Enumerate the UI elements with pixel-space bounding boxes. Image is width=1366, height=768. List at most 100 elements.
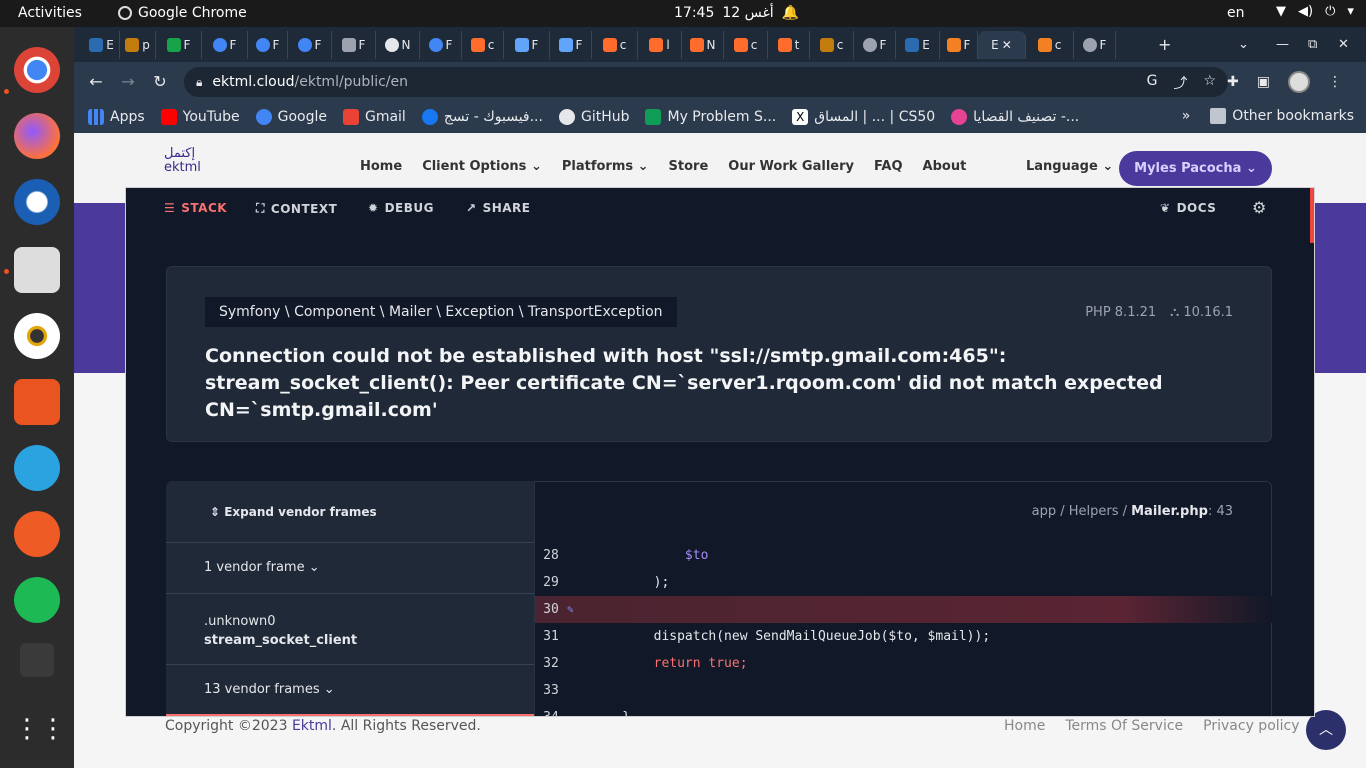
tab[interactable]: F — [156, 30, 202, 59]
pencil-icon[interactable]: ✎ — [567, 603, 574, 616]
bookmark-star-icon[interactable]: ☆ — [1203, 73, 1216, 93]
tab-search-icon[interactable]: ⌄ — [1238, 27, 1249, 62]
app-menu[interactable]: Google Chrome — [118, 5, 247, 21]
nav-home[interactable]: Home — [360, 159, 402, 174]
tab[interactable]: p — [120, 30, 156, 59]
nav-store[interactable]: Store — [669, 159, 709, 174]
nav-gallery[interactable]: Our Work Gallery — [728, 159, 854, 174]
stack-frame[interactable]: .unknown0 stream_socket_client — [166, 593, 534, 665]
address-bar[interactable]: 🔒︎ ektml.cloud/ektml/public/en G ⤴ ☆ — [184, 67, 1228, 97]
tab-active[interactable]: E ✕ — [978, 30, 1026, 59]
bookmark-cs50[interactable]: X المساق | ... | CS50 — [792, 109, 935, 125]
other-bookmarks[interactable]: Other bookmarks — [1210, 108, 1354, 124]
tab[interactable]: F — [550, 30, 592, 59]
nav-about[interactable]: About — [923, 159, 967, 174]
footer-terms-link[interactable]: Terms Of Service — [1065, 718, 1183, 734]
tab[interactable]: c — [810, 30, 854, 59]
software-center-icon[interactable] — [14, 379, 60, 425]
tab[interactable]: F — [504, 30, 550, 59]
nav-platforms[interactable]: Platforms ⌄ — [562, 159, 649, 174]
tab[interactable]: F — [202, 30, 248, 59]
rhythmbox-icon[interactable] — [14, 313, 60, 359]
reload-icon[interactable]: ↻ — [144, 72, 176, 91]
share-icon[interactable]: ⤴ — [1173, 73, 1187, 93]
tab[interactable]: F — [1074, 30, 1116, 59]
tab[interactable]: N — [682, 30, 724, 59]
files-icon[interactable] — [14, 247, 60, 293]
tab-stack[interactable]: ☰ STACK — [164, 201, 227, 215]
show-apps-icon[interactable]: ⋮⋮ — [14, 709, 66, 755]
clock[interactable]: 17:45 12 أغس 🔔 — [674, 5, 799, 21]
tab[interactable]: l — [638, 30, 682, 59]
gmail-icon — [342, 109, 359, 125]
code-line: 34 } — [535, 704, 1273, 716]
language-dropdown[interactable]: Language ⌄ — [1026, 159, 1113, 174]
minimize-icon[interactable]: — — [1276, 27, 1289, 62]
chrome-icon[interactable] — [14, 47, 60, 93]
tab[interactable]: c — [724, 30, 768, 59]
tab[interactable]: c — [592, 30, 638, 59]
activities-button[interactable]: Activities — [18, 5, 82, 21]
tab[interactable]: F — [288, 30, 332, 59]
close-icon[interactable]: ✕ — [1002, 38, 1012, 52]
tab[interactable]: N — [376, 30, 420, 59]
tab-context[interactable]: ⛶ CONTEXT — [256, 201, 337, 216]
nav-client-options[interactable]: Client Options ⌄ — [422, 159, 542, 174]
spotify-icon[interactable] — [14, 577, 60, 623]
footer-privacy-link[interactable]: Privacy policy — [1203, 718, 1299, 734]
more-bookmarks-icon[interactable]: » — [1182, 108, 1191, 124]
scrollbar[interactable] — [1310, 188, 1314, 243]
terminal-icon[interactable] — [20, 643, 54, 677]
bookmark-my-problem[interactable]: My Problem S... — [645, 109, 776, 125]
expand-icon: ⛶ — [256, 201, 265, 215]
tab[interactable]: c — [1026, 30, 1074, 59]
bookmark-facebook[interactable]: فيسبوك - تسج... — [421, 109, 543, 125]
stackoverflow-icon — [1037, 37, 1052, 52]
tab[interactable]: E — [896, 30, 940, 59]
nav-faq[interactable]: FAQ — [874, 159, 903, 174]
footer-home-link[interactable]: Home — [1004, 718, 1045, 734]
bookmark-apps[interactable]: Apps — [88, 109, 145, 125]
google-lens-icon[interactable]: G — [1147, 73, 1158, 93]
menu-icon[interactable]: ⋮ — [1328, 74, 1342, 90]
maximize-icon[interactable]: ⧉ — [1308, 27, 1317, 62]
side-panel-icon[interactable]: ▣ — [1257, 74, 1270, 90]
tab[interactable]: F — [248, 30, 288, 59]
site-logo[interactable]: إكتمل ektml — [164, 147, 201, 175]
back-icon[interactable]: ← — [80, 72, 112, 91]
vendor-frame-group[interactable]: 13 vendor frames ⌄ — [166, 664, 534, 716]
bookmark-github[interactable]: GitHub — [558, 109, 629, 125]
bookmark-google[interactable]: Google — [255, 109, 327, 125]
tab[interactable]: F — [332, 30, 376, 59]
telegram-icon[interactable] — [14, 445, 60, 491]
close-window-icon[interactable]: ✕ — [1338, 27, 1349, 62]
input-language[interactable]: en — [1227, 5, 1245, 21]
postman-icon[interactable] — [14, 511, 60, 557]
bookmark-gmail[interactable]: Gmail — [342, 109, 406, 125]
tab-share[interactable]: ↗ SHARE — [466, 201, 530, 215]
user-menu-button[interactable]: Myles Pacocha ⌄ — [1119, 151, 1272, 186]
new-tab-button[interactable]: + — [1158, 27, 1171, 62]
tab[interactable]: F — [940, 30, 978, 59]
bookmark-issues[interactable]: تصنيف القضايا -... — [951, 109, 1079, 125]
bookmark-youtube[interactable]: YouTube — [160, 109, 240, 125]
tab-debug[interactable]: ✹ DEBUG — [368, 201, 434, 215]
expand-vendor-frames-button[interactable]: ⇕ Expand vendor frames — [210, 505, 377, 519]
forward-icon[interactable]: → — [112, 72, 144, 91]
tab[interactable]: F — [420, 30, 462, 59]
profile-avatar[interactable] — [1288, 71, 1310, 93]
tab[interactable]: c — [462, 30, 504, 59]
tab[interactable]: t — [768, 30, 810, 59]
gear-icon[interactable]: ⚙ — [1252, 198, 1267, 217]
tab[interactable]: E — [84, 30, 120, 59]
docs-link[interactable]: ❦ DOCS — [1160, 201, 1216, 215]
firefox-icon[interactable] — [14, 113, 60, 159]
system-menu[interactable]: ▼ ◀) ⏻ ▾ — [1276, 4, 1354, 19]
tab[interactable]: F — [854, 30, 896, 59]
footer-brand-link[interactable]: Ektml — [292, 718, 332, 734]
vendor-frame-group[interactable]: 1 vendor frame ⌄ — [166, 542, 534, 594]
thunderbird-icon[interactable] — [14, 179, 60, 225]
system-top-bar: Activities Google Chrome 17:45 12 أغس 🔔 en… — [0, 0, 1366, 27]
extensions-icon[interactable]: ✚ — [1227, 74, 1239, 90]
file-path[interactable]: app / Helpers / Mailer.php: 43 — [1032, 504, 1233, 519]
